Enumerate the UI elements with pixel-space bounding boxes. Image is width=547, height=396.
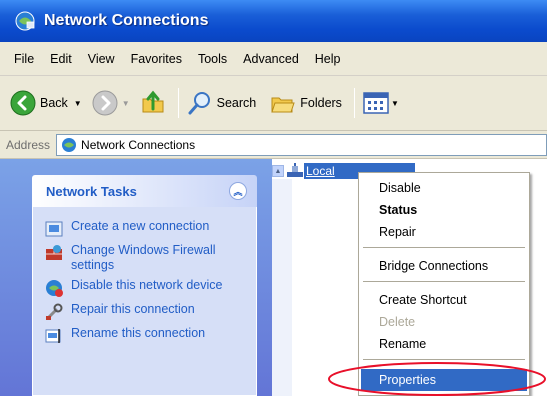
address-field[interactable]: Network Connections: [56, 133, 547, 156]
search-button[interactable]: Search: [187, 87, 257, 119]
menu-advanced[interactable]: Advanced: [235, 52, 307, 66]
menu-separator: [363, 281, 525, 282]
task-label: Repair this connection: [71, 302, 195, 316]
folders-icon: [271, 97, 295, 113]
menu-item-bridge-connections[interactable]: Bridge Connections: [361, 255, 527, 277]
menu-item-properties[interactable]: Properties: [361, 369, 527, 391]
view-gutter: [272, 179, 292, 396]
toolbar: Back ▼ ▼ Search Folders ▼: [0, 76, 547, 131]
menu-item-delete: Delete: [379, 315, 416, 329]
views-button[interactable]: ▼: [363, 87, 405, 119]
new-connection-icon: [45, 221, 63, 237]
up-folder-button[interactable]: [140, 87, 166, 119]
chevron-down-icon[interactable]: ▼: [74, 99, 82, 108]
task-disable-device[interactable]: Disable this network device: [45, 278, 248, 297]
task-label: Disable this network device: [71, 278, 223, 292]
network-tasks-panel: Network Tasks ︽ Create a new connection …: [32, 175, 257, 396]
forward-button[interactable]: ▼: [92, 87, 130, 119]
task-label: Change Windows Firewall settings: [71, 243, 216, 272]
menu-item-repair[interactable]: Repair: [361, 221, 527, 243]
folder-up-icon: [142, 90, 164, 113]
folders-label: Folders: [300, 96, 342, 110]
chevron-down-icon[interactable]: ▼: [122, 99, 130, 108]
chevron-down-icon[interactable]: ▼: [391, 99, 399, 108]
disable-device-icon: [46, 280, 63, 297]
firewall-icon: [46, 245, 62, 260]
menu-separator: [363, 247, 525, 248]
back-label: Back: [40, 96, 68, 110]
menu-separator: [363, 359, 525, 360]
network-tasks-list: Create a new connection Change Windows F…: [32, 207, 257, 396]
search-label: Search: [216, 96, 257, 110]
task-label: Rename this connection: [71, 326, 206, 340]
forward-arrow-icon: [92, 90, 118, 116]
task-create-connection[interactable]: Create a new connection: [45, 219, 248, 238]
toolbar-separator: [353, 88, 355, 118]
search-icon: [188, 92, 210, 115]
back-arrow-icon: [10, 90, 36, 116]
menu-item-create-shortcut[interactable]: Create Shortcut: [361, 289, 527, 311]
toolbar-separator: [177, 88, 179, 118]
window-title: Network Connections: [44, 12, 209, 29]
chevron-up-icon[interactable]: ︽: [229, 182, 247, 200]
folders-button[interactable]: Folders: [270, 87, 342, 119]
back-button[interactable]: Back ▼: [10, 87, 88, 119]
network-adapter-icon: [287, 163, 303, 177]
menu-favorites[interactable]: Favorites: [123, 52, 190, 66]
address-bar: Address Network Connections: [0, 131, 547, 159]
repair-icon: [46, 303, 63, 320]
rename-icon: [45, 329, 61, 343]
network-tasks-title: Network Tasks: [46, 183, 137, 199]
menu-edit[interactable]: Edit: [42, 52, 80, 66]
address-value: Network Connections: [81, 137, 196, 152]
menu-file[interactable]: File: [6, 52, 42, 66]
menu-item-status[interactable]: Status: [361, 199, 527, 221]
address-label: Address: [6, 137, 51, 152]
context-menu: Disable Status Repair Bridge Connections…: [358, 172, 530, 396]
views-icon: [363, 92, 389, 114]
menu-view[interactable]: View: [80, 52, 123, 66]
task-pane: Network Tasks ︽ Create a new connection …: [0, 159, 272, 396]
network-connections-icon: [62, 137, 77, 152]
scroll-up-icon[interactable]: ▲: [272, 165, 284, 177]
menu-item-disable[interactable]: Disable: [361, 177, 527, 199]
menu-item-rename[interactable]: Rename: [361, 333, 527, 355]
title-bar: Network Connections: [0, 0, 547, 42]
menu-help[interactable]: Help: [307, 52, 349, 66]
network-connections-icon: [15, 11, 35, 31]
task-rename[interactable]: Rename this connection: [45, 326, 248, 345]
menu-bar: File Edit View Favorites Tools Advanced …: [0, 42, 547, 76]
task-firewall[interactable]: Change Windows Firewall settings: [45, 243, 248, 273]
network-tasks-header[interactable]: Network Tasks ︽: [32, 175, 257, 207]
task-repair[interactable]: Repair this connection: [45, 302, 248, 321]
task-label: Create a new connection: [71, 219, 210, 233]
menu-tools[interactable]: Tools: [190, 52, 235, 66]
